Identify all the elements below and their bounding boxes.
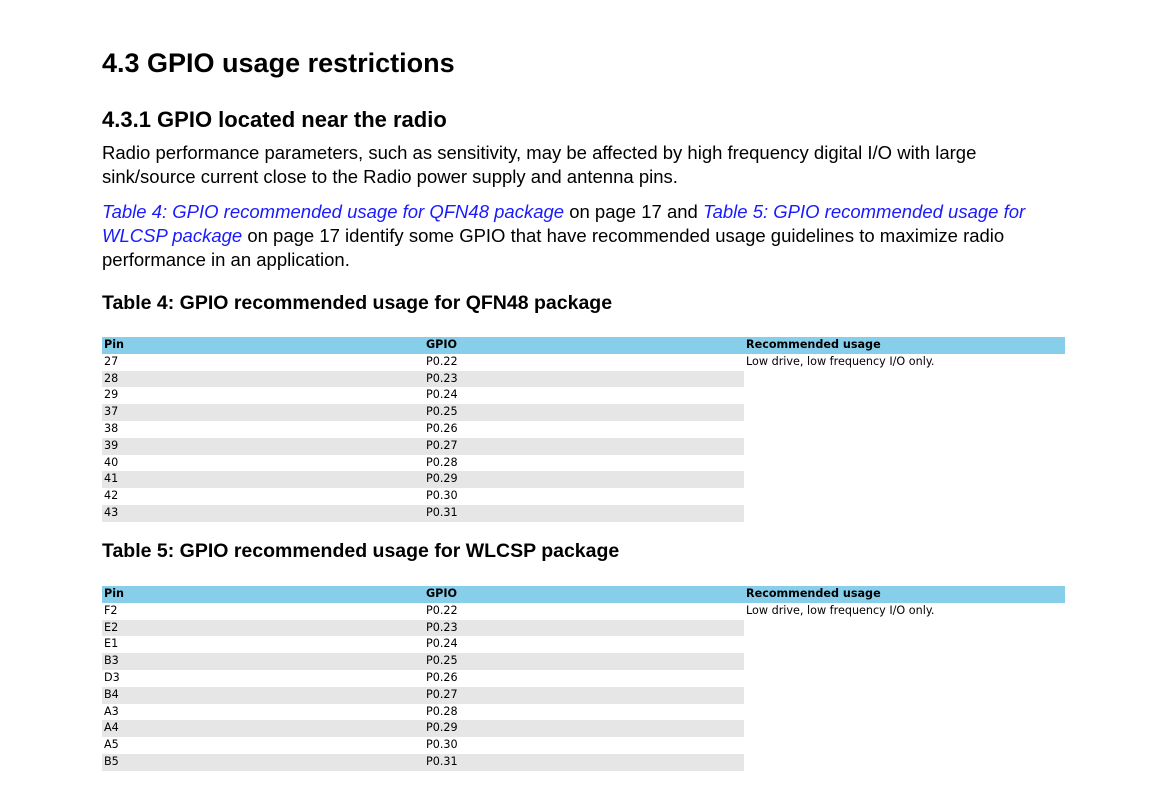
cell-pin: D3 — [104, 670, 120, 684]
table5-title: Table 5: GPIO recommended usage for WLCS… — [102, 540, 620, 562]
cell-pin: B5 — [102, 753, 424, 771]
cell-gpio: P0.29 — [424, 471, 744, 489]
paragraph-table-references: Table 4: GPIO recommended usage for QFN4… — [102, 200, 1067, 272]
table-row: 37 P0.25 — [102, 404, 1065, 421]
table-row: F2 P0.22 Low drive, low frequency I/O only… — [102, 602, 1065, 620]
table-row: E1 P0.24 — [102, 636, 1065, 654]
table-row: A5 P0.30 — [102, 737, 1065, 754]
table4-title: Table 4: GPIO recommended usage for QFN4… — [102, 292, 613, 314]
cell-gpio: P0.22 — [426, 354, 458, 368]
table-header-row: Pin GPIO Recommended usage — [102, 337, 1065, 354]
header-pin: Pin — [102, 337, 424, 354]
cell-empty — [744, 404, 1065, 421]
table-row: B5 P0.31 — [102, 753, 1065, 771]
cell-empty — [744, 737, 1065, 754]
cell-gpio: P0.24 — [426, 388, 458, 402]
cell-gpio: P0.29 — [424, 720, 744, 738]
cell-gpio: P0.26 — [426, 421, 458, 435]
cell-empty — [744, 504, 1065, 522]
cell-pin: E2 — [102, 619, 424, 637]
table-row: 38 P0.26 — [102, 420, 1065, 438]
table-row: 27 P0.22 Low drive, low frequency I/O only… — [102, 353, 1065, 371]
cell-gpio: P0.27 — [424, 437, 744, 455]
cell-empty — [744, 420, 1065, 438]
cell-gpio: P0.23 — [424, 370, 744, 388]
table-row: A3 P0.28 — [102, 703, 1065, 721]
header-gpio: GPIO — [424, 586, 744, 603]
table4-link[interactable]: Table 4: GPIO recommended usage for QFN4… — [102, 201, 564, 222]
cell-pin: 37 — [102, 404, 424, 421]
cell-gpio: P0.27 — [424, 686, 744, 704]
table-row: B4 P0.27 — [102, 686, 1065, 704]
cell-pin: 43 — [102, 504, 424, 522]
table-row: 41 P0.29 — [102, 471, 1065, 489]
cell-empty — [744, 686, 1065, 704]
cell-gpio: P0.26 — [426, 670, 458, 684]
cell-gpio: P0.22 — [426, 603, 458, 617]
cell-gpio: P0.25 — [424, 404, 744, 421]
table-row: 40 P0.28 — [102, 454, 1065, 472]
cell-empty — [744, 720, 1065, 738]
table-row: 39 P0.27 — [102, 437, 1065, 455]
cell-empty — [744, 669, 1065, 687]
cell-gpio: P0.31 — [424, 504, 744, 522]
cell-empty — [744, 619, 1065, 637]
table-row: E2 P0.23 — [102, 619, 1065, 637]
cell-pin: 28 — [102, 370, 424, 388]
cell-gpio: P0.28 — [426, 455, 458, 469]
table-row: D3 P0.26 — [102, 669, 1065, 687]
cell-pin: 41 — [102, 471, 424, 489]
table-row: A4 P0.29 — [102, 720, 1065, 738]
cell-pin: 27 — [104, 354, 119, 368]
section-title: 4.3 GPIO usage restrictions — [102, 48, 455, 78]
table-row: 29 P0.24 — [102, 387, 1065, 405]
cell-pin: B4 — [102, 686, 424, 704]
table-row: 42 P0.30 — [102, 488, 1065, 505]
cell-empty — [744, 471, 1065, 489]
cell-empty — [744, 454, 1065, 472]
cell-pin: 42 — [104, 489, 119, 503]
header-recommended-usage: Recommended usage — [744, 337, 1065, 354]
cell-empty — [744, 488, 1065, 505]
cell-empty — [744, 437, 1065, 455]
cell-gpio: P0.24 — [426, 637, 458, 651]
table4-gpio-qfn48: Pin GPIO Recommended usage 27 P0.22 Low dr… — [102, 337, 1065, 522]
header-pin: Pin — [102, 586, 424, 603]
cell-pin: A3 — [104, 704, 119, 718]
cell-gpio: P0.23 — [424, 619, 744, 637]
cell-pin: A5 — [104, 738, 119, 752]
cell-gpio: P0.28 — [426, 704, 458, 718]
cell-gpio: P0.30 — [426, 489, 458, 503]
cell-gpio: P0.30 — [426, 738, 458, 752]
cell-gpio: P0.31 — [424, 753, 744, 771]
cell-pin: 29 — [104, 388, 119, 402]
cell-pin: B3 — [102, 653, 424, 670]
cell-empty — [744, 753, 1065, 771]
cell-recommended-usage: Low drive, low frequency I/O only. — [744, 602, 1065, 620]
paragraph-radio-performance: Radio performance parameters, such as se… — [102, 142, 977, 187]
header-recommended-usage: Recommended usage — [744, 586, 1065, 603]
subsection-title: 4.3.1 GPIO located near the radio — [102, 107, 447, 132]
paragraph-text: on page 17 and — [564, 201, 703, 222]
cell-empty — [744, 387, 1065, 405]
cell-pin: 38 — [104, 421, 119, 435]
cell-recommended-usage: Low drive, low frequency I/O only. — [744, 353, 1065, 371]
table-row: B3 P0.25 — [102, 653, 1065, 670]
table-row: 28 P0.23 — [102, 370, 1065, 388]
cell-empty — [744, 653, 1065, 670]
cell-gpio: P0.25 — [424, 653, 744, 670]
cell-pin: F2 — [104, 603, 118, 617]
cell-pin: A4 — [102, 720, 424, 738]
table5-gpio-wlcsp: Pin GPIO Recommended usage F2 P0.22 Low dr… — [102, 586, 1065, 771]
table-row: 43 P0.31 — [102, 504, 1065, 522]
cell-empty — [744, 370, 1065, 388]
cell-empty — [744, 703, 1065, 721]
cell-empty — [744, 636, 1065, 654]
cell-pin: 40 — [104, 455, 119, 469]
table-header-row: Pin GPIO Recommended usage — [102, 586, 1065, 603]
cell-pin: E1 — [104, 637, 119, 651]
header-gpio: GPIO — [424, 337, 744, 354]
cell-pin: 39 — [102, 437, 424, 455]
